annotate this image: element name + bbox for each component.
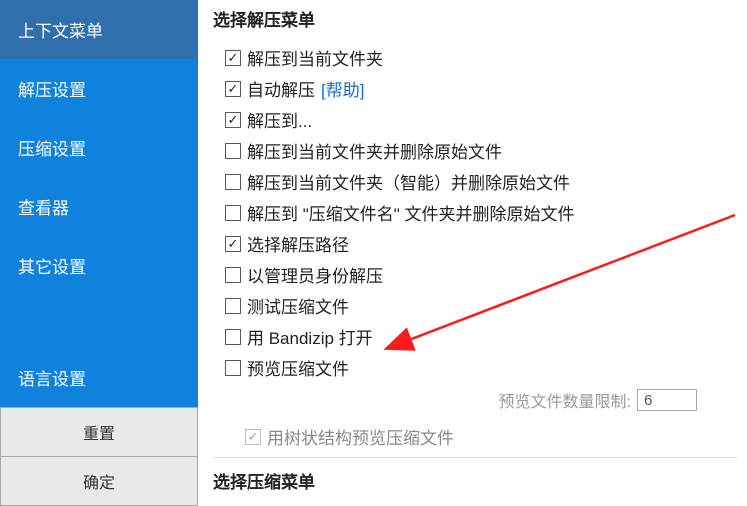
sidebar-item-language[interactable]: 语言设置 xyxy=(0,348,198,407)
preview-limit-input[interactable] xyxy=(637,389,697,411)
cb-row-extract-smart-delete[interactable]: 解压到当前文件夹（智能）并删除原始文件 xyxy=(225,169,737,194)
cb-row-auto-extract[interactable]: 自动解压 [帮助] xyxy=(225,76,737,101)
cb-label: 用树状结构预览压缩文件 xyxy=(267,424,454,449)
checkbox-icon[interactable] xyxy=(225,143,241,159)
cb-label: 选择解压路径 xyxy=(247,231,349,256)
sidebar-item-other-settings[interactable]: 其它设置 xyxy=(0,236,198,295)
sidebar: 上下文菜单 解压设置 压缩设置 查看器 其它设置 语言设置 重置 确定 xyxy=(0,0,198,506)
checkbox-icon[interactable] xyxy=(225,205,241,221)
checkbox-icon[interactable] xyxy=(225,112,241,128)
checkbox-icon[interactable] xyxy=(225,329,241,345)
cb-row-preview-archive[interactable]: 预览压缩文件 xyxy=(225,355,737,380)
help-link[interactable]: [帮助] xyxy=(321,76,364,101)
sidebar-item-viewer[interactable]: 查看器 xyxy=(0,177,198,236)
preview-limit-label: 预览文件数量限制: xyxy=(499,388,631,412)
cb-row-test-archive[interactable]: 测试压缩文件 xyxy=(225,293,737,318)
cb-label: 用 Bandizip 打开 xyxy=(247,324,373,349)
cb-label: 解压到当前文件夹 xyxy=(247,45,383,70)
checkbox-icon[interactable] xyxy=(225,298,241,314)
cb-label: 解压到当前文件夹（智能）并删除原始文件 xyxy=(247,169,570,194)
cb-label: 自动解压 xyxy=(247,76,315,101)
extract-menu-title: 选择解压菜单 xyxy=(213,6,737,31)
checkbox-icon[interactable] xyxy=(225,236,241,252)
cb-label: 预览压缩文件 xyxy=(247,355,349,380)
cb-row-choose-path[interactable]: 选择解压路径 xyxy=(225,231,737,256)
cb-label: 以管理员身份解压 xyxy=(247,262,383,287)
cb-label: 解压到 "压缩文件名" 文件夹并删除原始文件 xyxy=(247,200,575,225)
checkbox-icon[interactable] xyxy=(225,50,241,66)
cb-row-extract-delete[interactable]: 解压到当前文件夹并删除原始文件 xyxy=(225,138,737,163)
sidebar-bottom: 重置 确定 xyxy=(0,407,198,506)
cb-row-extract-to[interactable]: 解压到... xyxy=(225,107,737,132)
ok-button[interactable]: 确定 xyxy=(0,457,198,506)
cb-label: 测试压缩文件 xyxy=(247,293,349,318)
compress-menu-title: 选择压缩菜单 xyxy=(213,468,737,493)
checkbox-icon[interactable] xyxy=(225,81,241,97)
checkbox-icon[interactable] xyxy=(225,360,241,376)
checkbox-icon[interactable] xyxy=(225,267,241,283)
cb-label: 解压到... xyxy=(247,107,312,132)
main-panel: 选择解压菜单 解压到当前文件夹 自动解压 [帮助] 解压到... 解压到当前文件… xyxy=(198,0,747,506)
cb-row-extract-here[interactable]: 解压到当前文件夹 xyxy=(225,45,737,70)
cb-row-open-bandizip[interactable]: 用 Bandizip 打开 xyxy=(225,324,737,349)
section-divider xyxy=(213,457,737,458)
reset-button[interactable]: 重置 xyxy=(0,407,198,457)
checkbox-icon[interactable] xyxy=(225,174,241,190)
cb-row-admin-extract[interactable]: 以管理员身份解压 xyxy=(225,262,737,287)
cb-label: 解压到当前文件夹并删除原始文件 xyxy=(247,138,502,163)
sidebar-item-extract-settings[interactable]: 解压设置 xyxy=(0,59,198,118)
checkbox-list: 解压到当前文件夹 自动解压 [帮助] 解压到... 解压到当前文件夹并删除原始文… xyxy=(213,45,737,449)
checkbox-icon xyxy=(245,429,261,445)
sidebar-item-compress-settings[interactable]: 压缩设置 xyxy=(0,118,198,177)
cb-row-tree-preview: 用树状结构预览压缩文件 xyxy=(225,424,737,449)
sidebar-item-context-menu[interactable]: 上下文菜单 xyxy=(0,0,198,59)
cb-row-extract-folder-delete[interactable]: 解压到 "压缩文件名" 文件夹并删除原始文件 xyxy=(225,200,737,225)
preview-limit-row: 预览文件数量限制: xyxy=(225,388,697,412)
